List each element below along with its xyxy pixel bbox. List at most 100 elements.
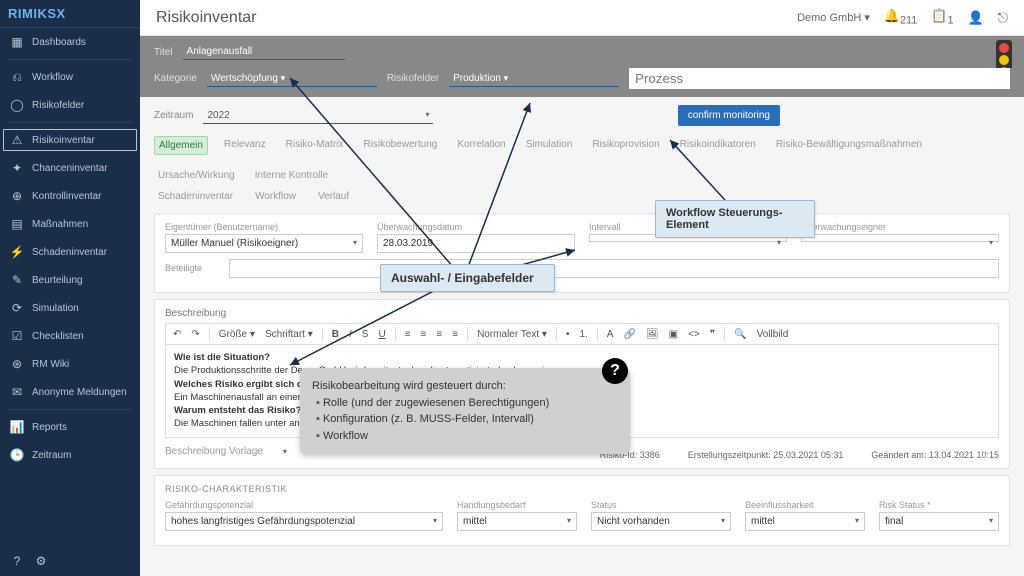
riskstatus-field[interactable]: final▾ [879, 512, 999, 531]
strike-button[interactable]: S [359, 328, 372, 341]
kategorie-field[interactable]: Wertschöpfung ▾ [207, 71, 377, 87]
sidebar-item-schadeninventar[interactable]: ⚡Schadeninventar [0, 238, 140, 266]
sidebar-item-checklisten[interactable]: ☑Checklisten [0, 322, 140, 350]
checklist-icon: ☑ [10, 329, 24, 343]
size-dropdown[interactable]: Größe ▾ [216, 328, 258, 341]
tab-provision[interactable]: Risikoprovision [588, 136, 663, 155]
color-button[interactable]: A [604, 328, 617, 341]
prozess-field[interactable] [629, 68, 1010, 89]
clipboard-icon[interactable]: 📋1 [931, 8, 953, 27]
sidebar-item-risikoinventar[interactable]: ⚠Risikoinventar [0, 126, 140, 154]
sidebar-footer: ? ⚙ [10, 554, 48, 568]
search-button[interactable]: 🔍 [731, 328, 749, 341]
logout-icon[interactable]: ⎋ [998, 10, 1008, 26]
help-badge-icon: ? [602, 358, 628, 384]
info-item: Konfiguration (z. B. MUSS-Felder, Interv… [316, 411, 618, 428]
assess-icon: ✎ [10, 273, 24, 287]
align-center-button[interactable]: ≡ [418, 328, 430, 341]
video-button[interactable]: ▣ [666, 328, 681, 341]
sidebar-item-anonyme[interactable]: ✉Anonyme Meldungen [0, 378, 140, 406]
align-right-button[interactable]: ≡ [433, 328, 445, 341]
fullscreen-button[interactable]: Vollbild [754, 328, 792, 341]
underline-button[interactable]: U [375, 328, 388, 341]
sidebar-item-risikofelder[interactable]: ◯Risikofelder [0, 91, 140, 119]
sidebar-item-reports[interactable]: 📊Reports [0, 413, 140, 441]
chance-icon: ✦ [10, 161, 24, 175]
bell-icon[interactable]: 🔔211 [884, 8, 917, 27]
tab-ursache[interactable]: Ursache/Wirkung [154, 167, 239, 184]
tab-matrix[interactable]: Risiko-Matrix [282, 136, 348, 155]
measures-icon: ▤ [10, 217, 24, 231]
anon-icon: ✉ [10, 385, 24, 399]
tab-allgemein[interactable]: Allgemein [154, 136, 208, 155]
align-justify-button[interactable]: ≡ [449, 328, 461, 341]
inventory-icon: ⚠ [10, 133, 24, 147]
link-button[interactable]: 🔗 [620, 328, 638, 341]
tab-relevanz[interactable]: Relevanz [220, 136, 270, 155]
changed-at: Geändert am: 13.04.2021 10:15 [871, 450, 999, 460]
sidebar-item-massnahmen[interactable]: ▤Maßnahmen [0, 210, 140, 238]
damage-icon: ⚡ [10, 245, 24, 259]
status-field[interactable]: Nicht vorhanden▾ [591, 512, 731, 531]
risk-header-bar: Titel Anlagenausfall [140, 36, 1024, 68]
sidebar-item-workflow[interactable]: ⎌Workflow [0, 63, 140, 91]
tab-simulation[interactable]: Simulation [522, 136, 577, 155]
list-ul-button[interactable]: • [563, 328, 573, 341]
report-icon: 📊 [10, 420, 24, 434]
sidebar-item-dashboards[interactable]: ▦Dashboards [0, 28, 140, 56]
header: Risikoinventar Demo GmbH ▾ 🔔211 📋1 👤 ⎋ [140, 0, 1024, 36]
sidebar-item-chanceninventar[interactable]: ✦Chanceninventar [0, 154, 140, 182]
tab-bewaeltigung[interactable]: Risiko-Bewältigungsmaßnahmen [772, 136, 926, 155]
light-red [999, 43, 1009, 53]
owner-field[interactable]: Müller Manuel (Risikoeigner) ▾ [165, 234, 363, 253]
chevron-down-icon: ▾ [855, 516, 859, 525]
gear-icon[interactable]: ⚙ [34, 554, 48, 568]
chevron-down-icon: ▾ [281, 73, 286, 83]
undo-button[interactable]: ↶ [170, 328, 184, 341]
risikofelder-field[interactable]: Produktion ▾ [449, 71, 619, 87]
redo-button[interactable]: ↷ [188, 328, 202, 341]
image-button[interactable]: 🖼 [643, 328, 662, 341]
sidebar-item-beurteilung[interactable]: ✎Beurteilung [0, 266, 140, 294]
chevron-down-icon[interactable]: ▾ [283, 447, 287, 456]
align-left-button[interactable]: ≡ [402, 328, 414, 341]
tab-korrelation[interactable]: Korrelation [453, 136, 509, 155]
sidebar-item-rmwiki[interactable]: ⊛RM Wiki [0, 350, 140, 378]
sidebar-item-zeitraum[interactable]: 🕒Zeitraum [0, 441, 140, 469]
beteiligte-field[interactable] [229, 259, 999, 278]
subtab-workflow[interactable]: Workflow [251, 188, 300, 205]
handlung-label: Handlungsbedarf [457, 500, 577, 510]
desc-q1: Wie ist die Situation? [174, 352, 270, 363]
tab-indikatoren[interactable]: Risikoindikatoren [676, 136, 760, 155]
vorlage-label: Beschreibung Vorlage [165, 446, 263, 457]
italic-button[interactable]: I [346, 328, 355, 341]
code-button[interactable]: <> [685, 328, 703, 341]
user-icon[interactable]: 👤 [968, 10, 984, 26]
gefahr-field[interactable]: hohes langfristiges Gefährdungspotenzial… [165, 512, 443, 531]
zeitraum-field[interactable]: 2022▾ [203, 108, 433, 124]
handlung-field[interactable]: mittel▾ [457, 512, 577, 531]
eigner-field[interactable]: ▾ [801, 234, 999, 242]
sidebar-item-kontrollinventar[interactable]: ⊕Kontrollinventar [0, 182, 140, 210]
bold-button[interactable]: B [329, 328, 342, 341]
subtab-schaden[interactable]: Schadeninventar [154, 188, 237, 205]
info-item: Workflow [316, 428, 618, 445]
subtab-verlauf[interactable]: Verlauf [314, 188, 353, 205]
font-dropdown[interactable]: Schriftart ▾ [262, 328, 316, 341]
confirm-monitoring-button[interactable]: confirm monitoring [678, 105, 780, 126]
tab-row: Allgemein Relevanz Risiko-Matrix Risikob… [154, 136, 1010, 184]
list-ol-button[interactable]: 1. [576, 328, 590, 341]
tab-kontrolle[interactable]: Interne Kontrolle [251, 167, 332, 184]
ueberwachung-field[interactable]: 28.03.2019 [377, 234, 575, 253]
kategorie-label: Kategorie [154, 73, 197, 84]
tenant-dropdown[interactable]: Demo GmbH ▾ [797, 11, 870, 24]
beeinfluss-field[interactable]: mittel▾ [745, 512, 865, 531]
editor-toolbar: ↶ ↷ Größe ▾ Schriftart ▾ B I S U ≡ ≡ ≡ ≡… [165, 323, 999, 345]
quote-button[interactable]: ❞ [707, 328, 718, 341]
sidebar-item-simulation[interactable]: ⟳Simulation [0, 294, 140, 322]
titel-field[interactable]: Anlagenausfall [183, 44, 346, 60]
tab-bewertung[interactable]: Risikobewertung [359, 136, 441, 155]
format-dropdown[interactable]: Normaler Text ▾ [474, 328, 550, 341]
chevron-down-icon: ▾ [721, 516, 725, 525]
help-icon[interactable]: ? [10, 554, 24, 568]
